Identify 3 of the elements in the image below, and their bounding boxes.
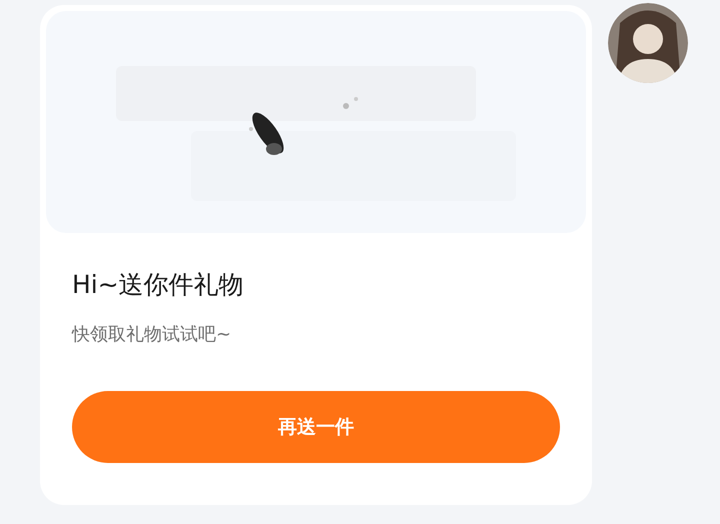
message-title: Hi~送你件礼物 bbox=[72, 269, 245, 301]
message-subtitle: 快领取礼物试试吧~ bbox=[72, 323, 232, 347]
send-again-button[interactable]: 再送一件 bbox=[72, 391, 560, 463]
